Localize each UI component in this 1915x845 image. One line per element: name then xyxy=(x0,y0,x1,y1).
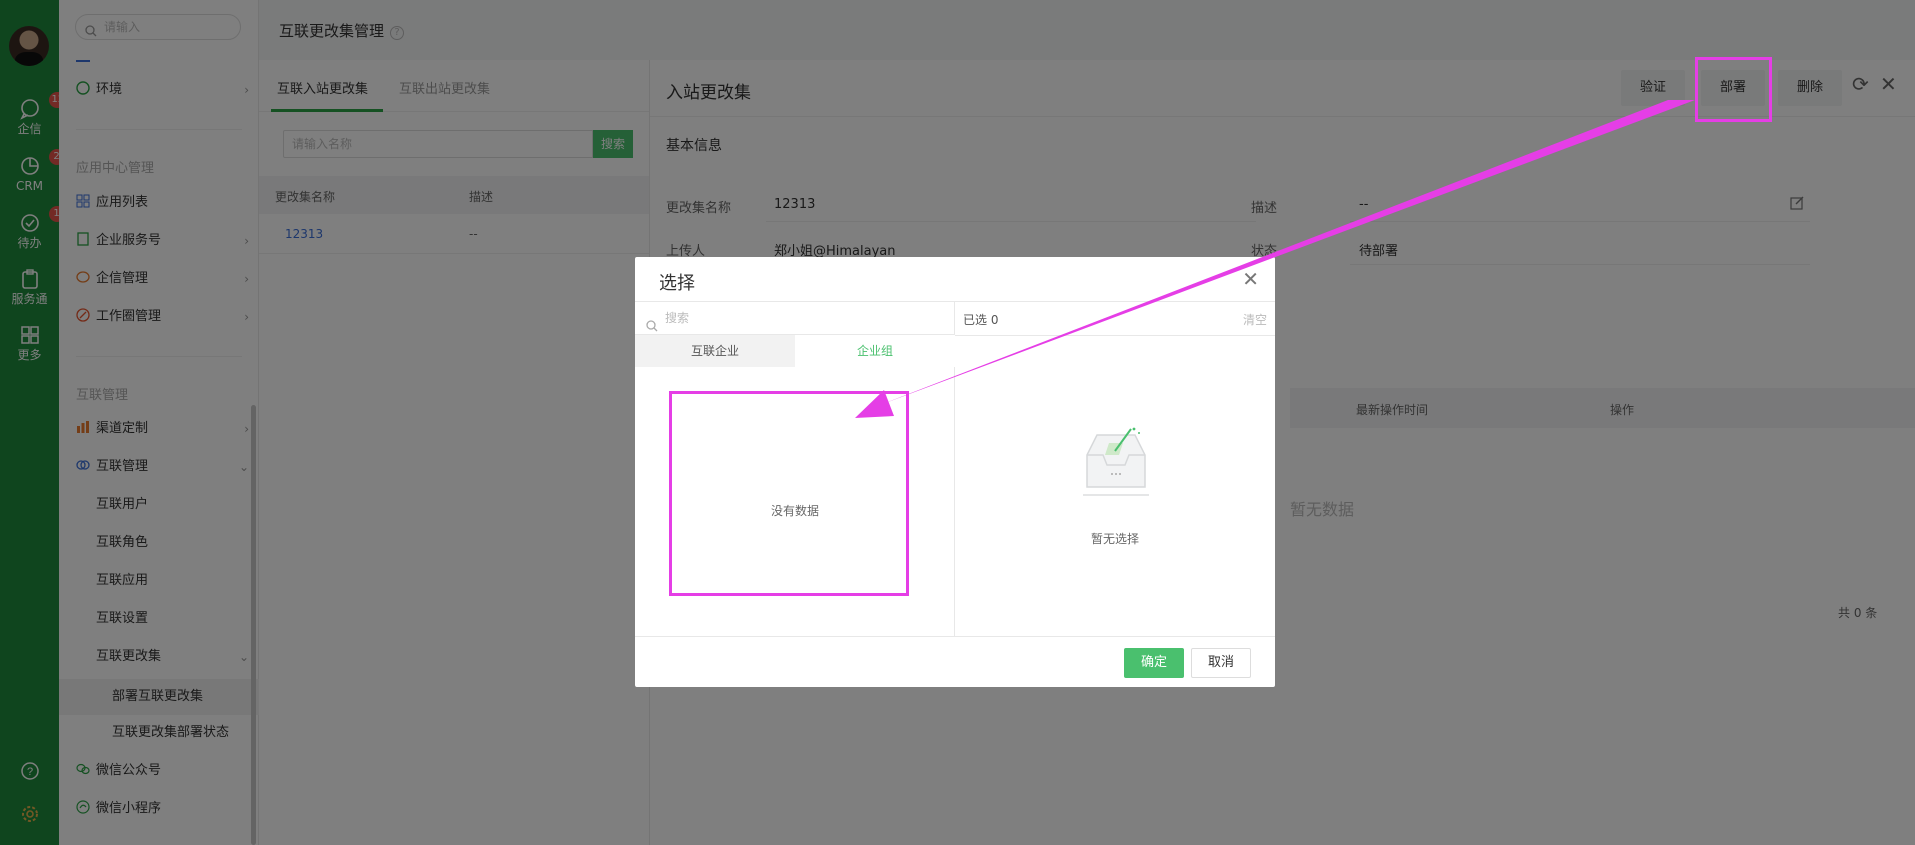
tab-partner-companies[interactable]: 互联企业 xyxy=(635,335,795,367)
close-icon[interactable]: ✕ xyxy=(1242,269,1259,289)
tab-company-groups[interactable]: 企业组 xyxy=(795,335,955,367)
confirm-button[interactable]: 确定 xyxy=(1124,648,1184,678)
dialog-title: 选择 xyxy=(659,273,695,294)
deploy-highlight-box xyxy=(1695,57,1772,122)
dialog-search-placeholder: 搜索 xyxy=(665,311,690,325)
cancel-button[interactable]: 取消 xyxy=(1191,648,1251,678)
selected-count: 已选 0 xyxy=(963,313,999,327)
dialog-search-input[interactable]: 搜索 xyxy=(635,302,955,335)
empty-list-highlight-box xyxy=(669,391,909,596)
dialog-tabs: 互联企业 企业组 xyxy=(635,335,955,367)
empty-tray-icon xyxy=(1079,425,1153,505)
selected-panel: 已选 0 清空 暂无选择 xyxy=(955,302,1275,636)
divider xyxy=(955,335,1275,336)
no-selection-text: 暂无选择 xyxy=(1090,532,1139,546)
clear-button[interactable]: 清空 xyxy=(1243,311,1267,328)
